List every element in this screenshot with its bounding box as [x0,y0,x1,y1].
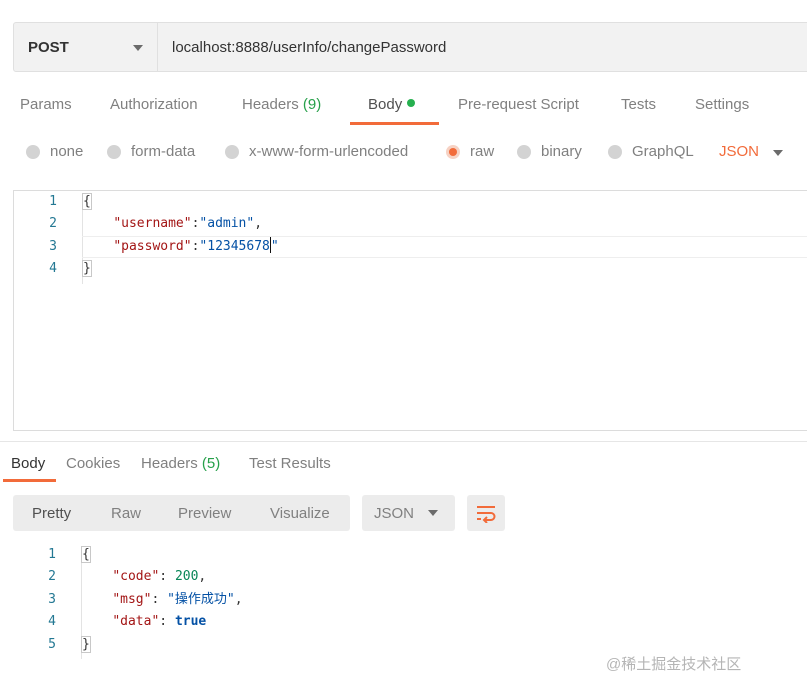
response-view-toggle: Pretty Raw Preview Visualize [13,495,350,531]
open-brace: { [81,546,91,563]
json-value: "admin" [199,216,255,231]
line-number: 2 [48,569,56,584]
json-value: "12345678 [199,239,270,254]
tab-headers-label: Headers [242,96,299,113]
code-line: 4 "data": true [0,611,807,633]
tab-body[interactable]: Body [368,96,416,113]
radio-icon [225,144,239,159]
request-tabs: Params Authorization Headers (9) Body Pr… [0,88,807,128]
tab-settings[interactable]: Settings [695,96,749,113]
response-format-label: JSON [374,505,415,522]
line-number: 5 [48,637,56,652]
radio-icon [107,144,121,159]
json-key: "username" [113,216,192,231]
close-brace: } [82,260,92,277]
body-type-options: none form-data x-www-form-urlencoded raw… [0,140,807,164]
radio-none[interactable]: none [26,143,83,160]
line-number: 1 [49,194,57,209]
tab-pre-request-script[interactable]: Pre-request Script [458,96,579,113]
view-preview-button[interactable]: Preview [178,505,231,522]
radio-icon [608,144,622,159]
radio-form-data[interactable]: form-data [107,143,195,160]
request-url-bar: POST localhost:8888/userInfo/changePassw… [13,22,807,72]
method-select[interactable]: POST [14,23,158,71]
code-line: 1 { [14,191,807,213]
pane-divider[interactable] [0,441,807,442]
response-tab-test-results[interactable]: Test Results [249,455,331,472]
active-tab-underline [350,122,439,125]
raw-format-select[interactable]: JSON [719,143,759,160]
wrap-lines-button[interactable] [467,495,505,531]
json-key: "password" [113,239,192,254]
line-number: 4 [48,614,56,629]
chevron-down-icon[interactable] [773,150,783,156]
watermark: @稀土掘金技术社区 [606,656,742,673]
line-number: 2 [49,216,57,231]
code-line: 2 "code": 200, [0,566,807,588]
json-value: true [174,614,207,629]
response-tab-headers-label: Headers [141,455,198,472]
close-brace: } [81,636,91,653]
code-line: 4 } [14,258,807,280]
wrap-text-icon [477,506,496,523]
response-headers-count: (5) [201,455,221,472]
response-tab-body[interactable]: Body [11,455,45,472]
line-number: 3 [48,592,56,607]
json-value: 200 [174,569,199,584]
radio-checked-icon [446,144,460,159]
code-line: 3 "password":"12345678" [14,236,807,258]
radio-raw-label: raw [470,143,495,160]
radio-urlencoded-label: x-www-form-urlencoded [249,143,409,160]
open-brace: { [82,193,92,210]
code-line: 2 "username":"admin", [14,213,807,235]
radio-none-label: none [50,143,84,160]
tab-params[interactable]: Params [20,96,72,113]
request-body-editor[interactable]: 1 { 2 "username":"admin", 3 "password":"… [13,190,807,431]
json-value-quote: " [270,239,279,254]
code-line: 1 { [0,544,807,566]
response-body-viewer[interactable]: 1 { 2 "code": 200, 3 "msg": "操作成功", 4 "d… [0,544,807,664]
line-number: 1 [48,547,56,562]
radio-binary[interactable]: binary [517,143,582,160]
radio-binary-label: binary [541,143,582,160]
tab-authorization[interactable]: Authorization [110,96,198,113]
line-number: 3 [49,239,57,254]
radio-graphql-label: GraphQL [632,143,694,160]
response-tab-cookies[interactable]: Cookies [66,455,120,472]
json-key: "msg" [112,592,152,607]
radio-urlencoded[interactable]: x-www-form-urlencoded [225,143,408,160]
json-value: "操作成功" [167,592,235,607]
response-tabs: Body Cookies Headers (5) Test Results [0,444,807,484]
line-number: 4 [49,261,57,276]
response-tab-headers[interactable]: Headers (5) [141,455,220,472]
radio-graphql[interactable]: GraphQL [608,143,694,160]
tab-tests[interactable]: Tests [621,96,656,113]
view-raw-button[interactable]: Raw [111,505,141,522]
response-format-select[interactable]: JSON [362,495,455,531]
url-input[interactable]: localhost:8888/userInfo/changePassword [158,23,807,71]
active-tab-underline [3,479,56,482]
view-pretty-button[interactable]: Pretty [32,505,71,522]
tab-body-label: Body [368,96,403,113]
radio-icon [26,144,40,159]
chevron-down-icon [133,45,143,51]
radio-raw[interactable]: raw [446,143,494,160]
json-key: "code" [112,569,160,584]
view-visualize-button[interactable]: Visualize [270,505,330,522]
radio-form-data-label: form-data [131,143,196,160]
radio-icon [517,144,531,159]
body-status-dot-icon [407,99,416,107]
chevron-down-icon [428,510,438,516]
code-line: 3 "msg": "操作成功", [0,589,807,611]
headers-count: (9) [302,96,322,113]
tab-headers[interactable]: Headers (9) [242,96,321,113]
json-key: "data" [112,614,160,629]
method-label: POST [28,38,69,56]
